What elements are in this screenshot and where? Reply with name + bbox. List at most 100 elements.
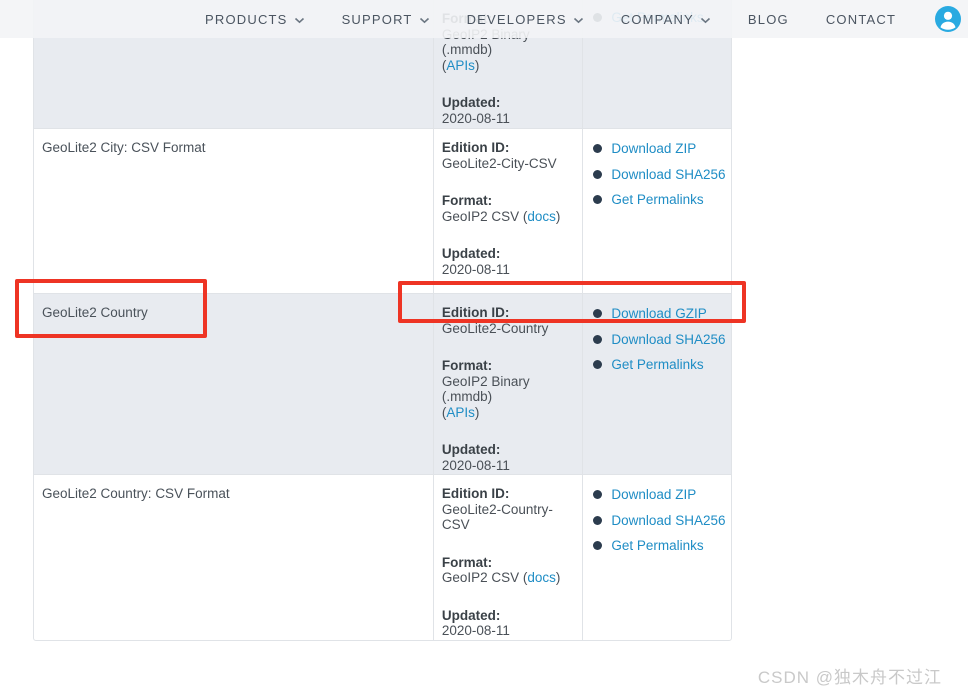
download-link-item: Download ZIP xyxy=(593,141,729,157)
format-text: GeoIP2 CSV ( xyxy=(441,570,528,585)
download-link[interactable]: Download ZIP xyxy=(611,141,696,157)
nav-item-products[interactable]: PRODUCTS xyxy=(205,12,305,27)
table-row: GeoLite2 Country Edition ID: GeoLite2-Co… xyxy=(34,293,731,474)
format-label: Format: xyxy=(441,358,493,373)
edition-id-value: GeoLite2-Country xyxy=(441,320,549,336)
table-row: GeoLite2 City: CSV Format Edition ID: Ge… xyxy=(34,128,731,293)
download-link-item: Download SHA256 xyxy=(593,513,729,529)
updated-value: 2020-08-11 xyxy=(441,261,510,277)
updated-field: Updated: 2020-08-11 xyxy=(442,442,579,473)
bullet-icon xyxy=(593,515,603,525)
edition-name-cell: GeoLite2 Country xyxy=(34,294,433,474)
edition-details-cell: Edition ID: GeoLite2-Country-CSV Format:… xyxy=(432,475,583,640)
download-links-list: Download ZIP Download SHA256 Get Permalink… xyxy=(593,141,729,208)
edition-id-field: Edition ID: GeoLite2-Country xyxy=(442,305,579,336)
format-value: GeoIP2 CSV (docs) xyxy=(442,209,579,225)
format-doc-link[interactable]: docs xyxy=(527,209,556,224)
download-link[interactable]: Download ZIP xyxy=(611,487,696,503)
bullet-icon xyxy=(593,334,603,344)
download-links-list: Download GZIP Download SHA256 Get Permalin… xyxy=(593,306,729,373)
nav-item-label: COMPANY xyxy=(620,11,694,27)
download-link[interactable]: Download GZIP xyxy=(611,306,706,322)
edition-id-field: Edition ID: GeoLite2-City-CSV xyxy=(442,140,579,171)
nav-item-label: DEVELOPERS xyxy=(466,11,567,27)
format-doc-link[interactable]: docs xyxy=(527,570,556,585)
chevron-down-icon xyxy=(573,17,583,23)
updated-label: Updated: xyxy=(441,246,501,261)
download-link[interactable]: Download SHA256 xyxy=(611,513,725,529)
edition-name: GeoLite2 City: CSV Format xyxy=(42,140,206,155)
edition-name-cell: GeoLite2 City: CSV Format xyxy=(34,129,433,293)
format-value: GeoIP2 CSV (docs) xyxy=(442,570,579,586)
user-account-icon[interactable] xyxy=(935,6,962,32)
updated-value: 2020-08-11 xyxy=(441,623,510,638)
chevron-down-icon xyxy=(700,17,710,23)
bullet-icon xyxy=(593,195,603,205)
nav-right-cluster: SEARCH xyxy=(935,6,968,32)
nav-menu: PRODUCTS SUPPORT DEVELOPERS COMPANY BLOG… xyxy=(205,12,933,27)
updated-value: 2020-08-11 xyxy=(441,110,510,126)
edition-details-cell: Edition ID: GeoLite2-City-CSV Format: Ge… xyxy=(432,129,583,293)
edition-id-label: Edition ID: xyxy=(441,486,510,501)
download-links-cell: Download ZIP Download SHA256 Get Permalink… xyxy=(582,475,731,640)
updated-label: Updated: xyxy=(441,607,501,623)
nav-item-label: SUPPORT xyxy=(341,11,413,27)
format-text: GeoIP2 CSV ( xyxy=(441,208,528,224)
nav-item-label: CONTACT xyxy=(825,11,897,27)
format-doc-link[interactable]: APIs xyxy=(446,58,475,73)
edition-id-value: GeoLite2-City-CSV xyxy=(441,155,557,171)
download-links-cell: Download GZIP Download SHA256 Get Permalin… xyxy=(582,294,731,474)
nav-item-label: BLOG xyxy=(747,11,789,27)
editions-table: GeoLite2 City Edition ID: GeoLite2-City … xyxy=(33,0,732,641)
format-text-close: ) xyxy=(474,404,480,420)
download-link[interactable]: Get Permalinks xyxy=(611,192,703,208)
nav-item-support[interactable]: SUPPORT xyxy=(342,12,430,27)
download-links-list: Download ZIP Download SHA256 Get Permalink… xyxy=(593,487,729,554)
download-link-item: Download SHA256 xyxy=(593,167,729,183)
edition-id-field: Edition ID: GeoLite2-Country-CSV xyxy=(442,486,579,533)
edition-id-label: Edition ID: xyxy=(441,305,510,320)
download-link[interactable]: Get Permalinks xyxy=(611,538,703,554)
format-text-close: ) xyxy=(555,570,561,585)
download-link[interactable]: Get Permalinks xyxy=(611,357,703,373)
nav-item-contact[interactable]: CONTACT xyxy=(826,12,896,27)
format-text-close: ) xyxy=(474,57,480,73)
edition-name: GeoLite2 Country xyxy=(42,305,148,320)
bullet-icon xyxy=(593,144,603,154)
edition-details-cell: Edition ID: GeoLite2-Country Format: Geo… xyxy=(432,294,583,474)
updated-field: Updated: 2020-08-11 xyxy=(442,608,579,639)
download-link-item: Download ZIP xyxy=(593,487,729,503)
download-link[interactable]: Download SHA256 xyxy=(611,167,725,183)
download-link-item: Get Permalinks xyxy=(593,538,729,554)
format-text-close: ) xyxy=(555,208,561,224)
nav-item-label: PRODUCTS xyxy=(205,11,288,27)
chevron-down-icon xyxy=(419,17,429,23)
download-link-item: Get Permalinks xyxy=(593,357,729,373)
bullet-icon xyxy=(593,360,603,370)
updated-label: Updated: xyxy=(441,95,501,110)
bullet-icon xyxy=(593,490,603,500)
bullet-icon xyxy=(593,541,603,551)
updated-label: Updated: xyxy=(441,442,501,457)
updated-field: Updated: 2020-08-11 xyxy=(442,95,579,126)
download-link[interactable]: Download SHA256 xyxy=(611,332,725,348)
top-navigation-bar: PRODUCTS SUPPORT DEVELOPERS COMPANY BLOG… xyxy=(0,0,968,38)
nav-item-company[interactable]: COMPANY xyxy=(621,12,711,27)
edition-id-label: Edition ID: xyxy=(441,140,510,155)
format-label: Format: xyxy=(441,554,493,570)
format-label: Format: xyxy=(441,193,493,208)
bullet-icon xyxy=(593,169,603,179)
download-link-item: Download GZIP xyxy=(593,306,729,322)
download-link-item: Get Permalinks xyxy=(593,192,729,208)
download-link-item: Download SHA256 xyxy=(593,332,729,348)
download-links-cell: Download ZIP Download SHA256 Get Permalink… xyxy=(582,129,731,293)
updated-field: Updated: 2020-08-11 xyxy=(442,246,579,277)
format-value: GeoIP2 Binary (.mmdb) (APIs) xyxy=(442,374,579,421)
chevron-down-icon xyxy=(294,17,304,23)
format-field: Format: GeoIP2 CSV (docs) xyxy=(442,555,579,586)
edition-name-cell: GeoLite2 Country: CSV Format xyxy=(34,475,433,640)
format-doc-link[interactable]: APIs xyxy=(446,405,475,420)
nav-item-developers[interactable]: DEVELOPERS xyxy=(467,12,584,27)
watermark-text: CSDN @独木舟不过江 xyxy=(757,668,942,687)
nav-item-blog[interactable]: BLOG xyxy=(748,12,789,27)
